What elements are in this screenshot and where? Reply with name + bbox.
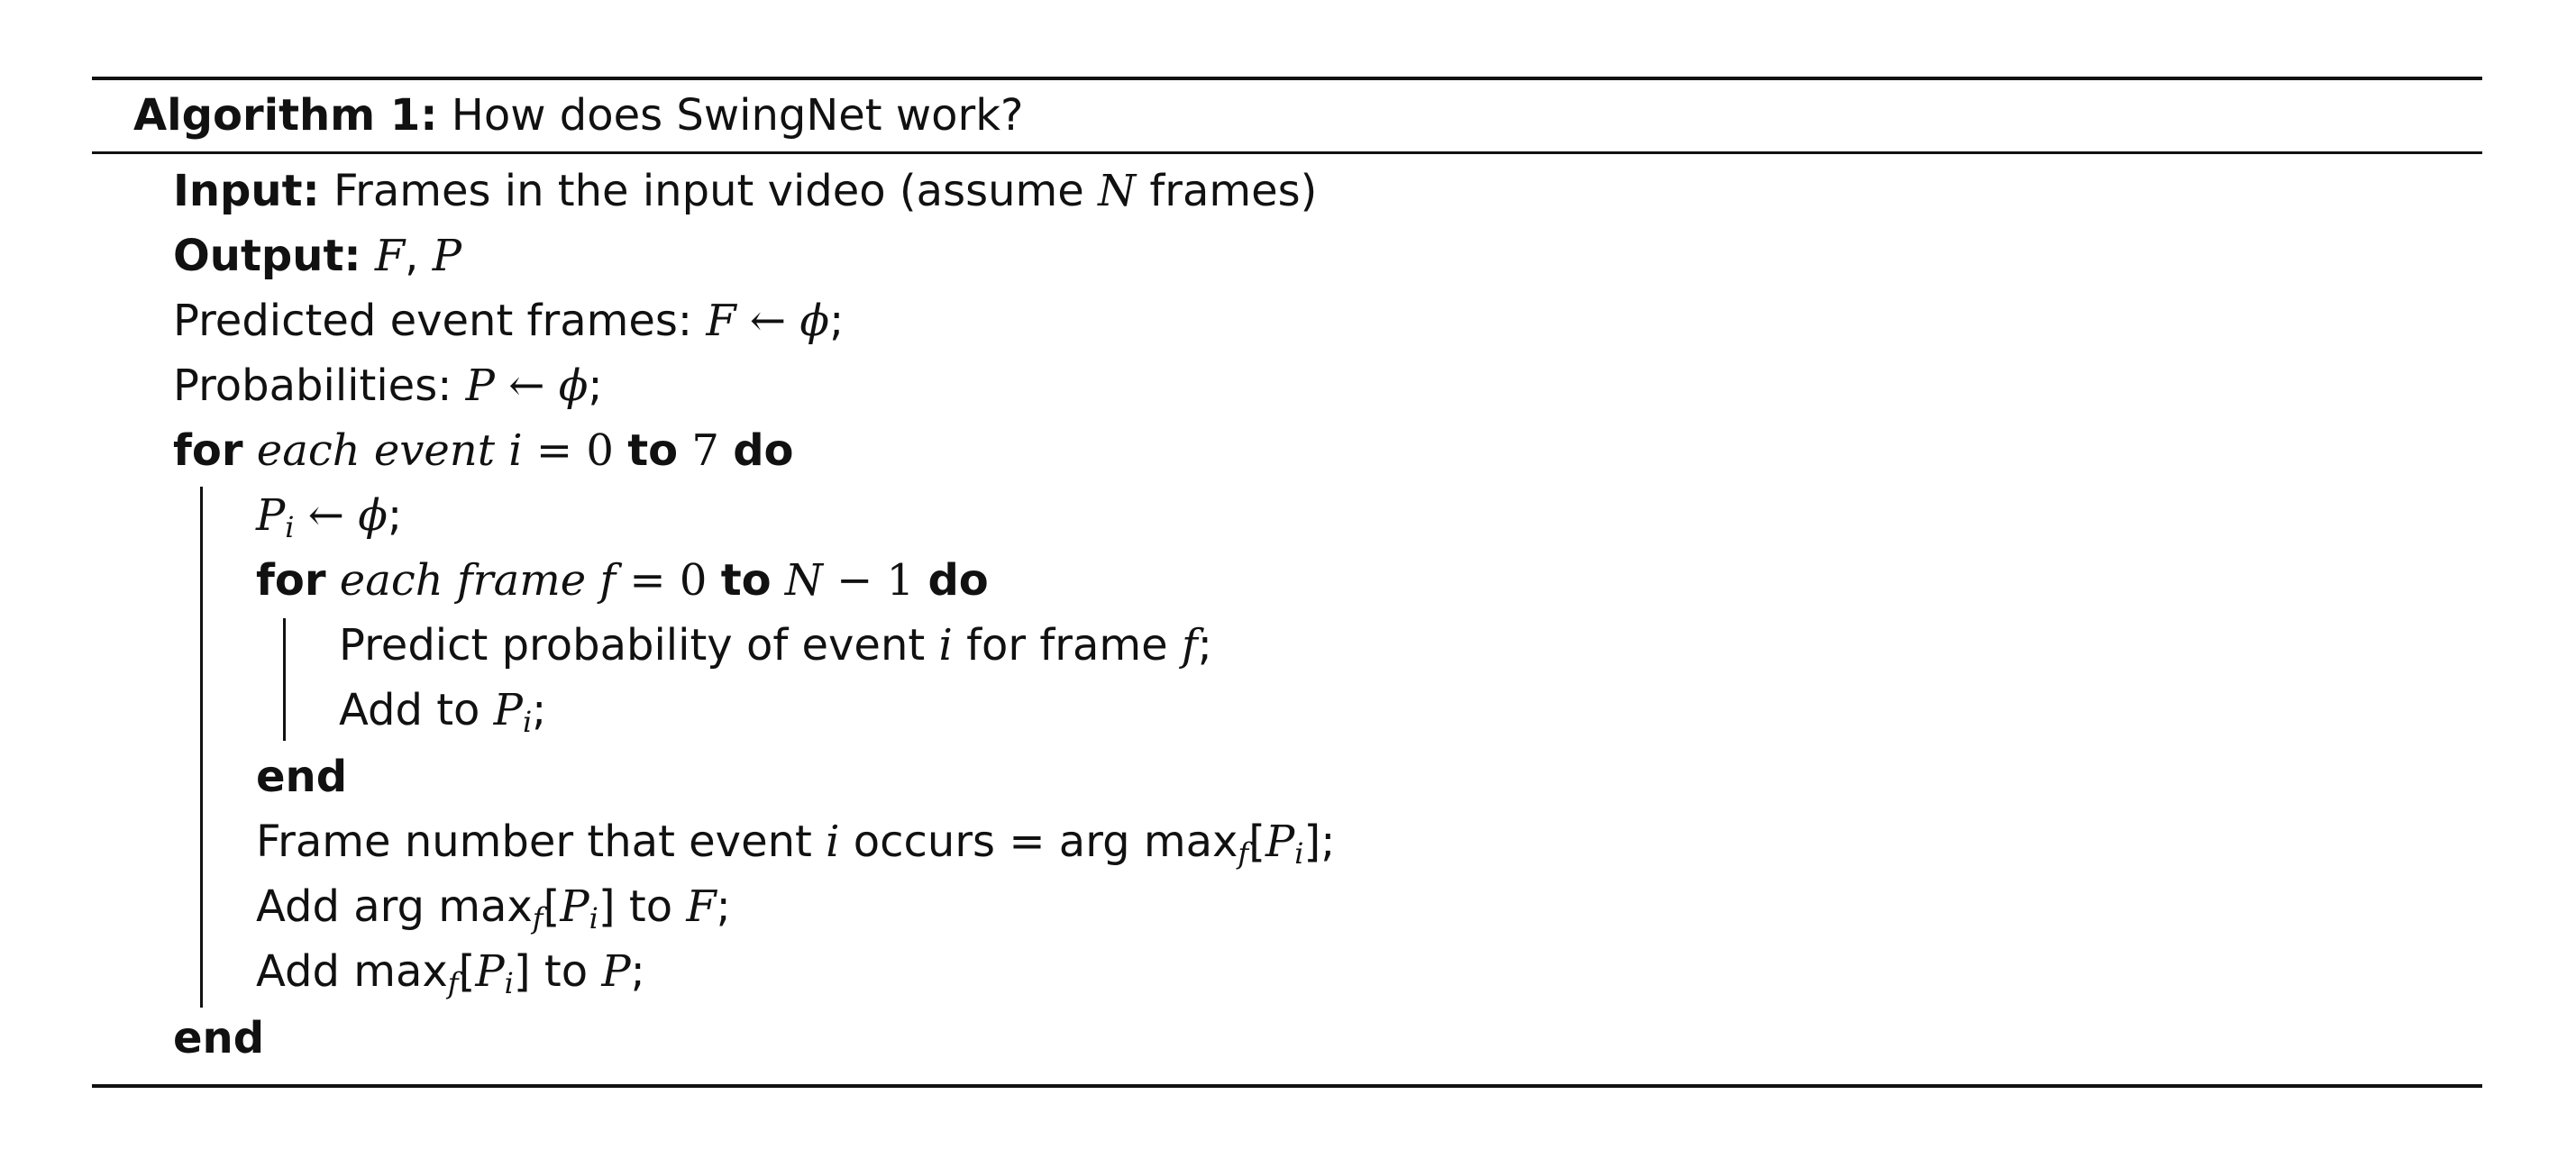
subscript-i: i <box>1294 836 1304 871</box>
var-i: i <box>938 620 953 671</box>
subscript-i: i <box>504 966 514 1000</box>
bracket-open: [ <box>543 881 561 932</box>
predicted-frames-line: Predicted event frames: F ← ϕ; <box>173 293 844 349</box>
inner-loop-bar <box>283 618 286 741</box>
input-text-a: Frames in the input video (assume <box>333 166 1084 216</box>
input-line: Input: Frames in the input video (assume… <box>173 163 1317 219</box>
caption-rule <box>92 151 2482 154</box>
output-var-F: F <box>374 231 406 281</box>
subscript-i: i <box>589 901 598 935</box>
input-keyword: Input: <box>173 166 320 216</box>
bracket-open: [ <box>458 946 476 997</box>
bracket-close: ]; <box>1303 817 1336 867</box>
bracket-close: ] <box>513 946 531 997</box>
for-keyword: for <box>173 425 243 476</box>
output-line: Output: F, P <box>173 228 461 284</box>
subscript-f: f <box>447 966 459 1000</box>
do-keyword: do <box>927 555 989 606</box>
for-condition: each event <box>256 425 496 476</box>
loop-start: = 0 <box>535 425 614 476</box>
semicolon: ; <box>630 946 645 997</box>
loop-end-value: 7 <box>691 425 719 476</box>
var-i: i <box>826 817 840 867</box>
var-P: P <box>256 490 286 541</box>
semicolon: ; <box>532 685 547 735</box>
semicolon: ; <box>829 296 845 346</box>
bracket-open: [ <box>1248 817 1265 867</box>
to-text: to <box>544 946 589 997</box>
for-frame-line: for each frame f = 0 to N − 1 do <box>256 552 989 608</box>
probabilities-line: Probabilities: P ← ϕ; <box>173 358 603 414</box>
predict-line: Predict probability of event i for frame… <box>339 617 1212 673</box>
frame-number-line: Frame number that event i occurs = arg m… <box>256 814 1335 870</box>
to-keyword: to <box>627 425 679 476</box>
frame-text-a: Frame number that event <box>256 817 812 867</box>
bottom-rule <box>92 1084 2482 1088</box>
subscript-i: i <box>285 510 295 544</box>
predicted-var-F: F <box>706 296 736 346</box>
loop-start: = 0 <box>629 555 708 606</box>
var-f: f <box>1181 620 1198 671</box>
semicolon: ; <box>588 360 603 411</box>
empty-set-symbol: ϕ <box>799 296 830 346</box>
probabilities-var-P: P <box>465 360 495 411</box>
add-argmax-line: Add arg maxf[Pi] to F; <box>256 879 731 935</box>
algorithm-title: How does SwingNet work? <box>451 90 1024 141</box>
top-rule <box>92 77 2482 80</box>
add-max-line: Add maxf[Pi] to P; <box>256 944 645 999</box>
subscript-f: f <box>1238 836 1249 871</box>
algorithm-caption: Algorithm 1: How does SwingNet work? <box>133 87 1023 143</box>
var-P: P <box>560 881 589 932</box>
assign-arrow: ← <box>307 490 345 541</box>
add-text: Add to <box>339 685 480 735</box>
for-keyword: for <box>256 555 326 606</box>
predict-text-b: for frame <box>966 620 1168 671</box>
output-var-P: P <box>432 231 461 281</box>
outer-loop-bar <box>200 487 203 1008</box>
assign-arrow: ← <box>508 360 545 411</box>
var-N: N <box>784 555 823 606</box>
assign-arrow: ← <box>749 296 787 346</box>
empty-set-symbol: ϕ <box>558 360 589 411</box>
var-P: P <box>601 946 631 997</box>
loop-var-f: f <box>599 555 617 606</box>
subscript-i: i <box>522 705 533 739</box>
semicolon: ; <box>1197 620 1212 671</box>
frame-text-b: occurs = arg max <box>853 817 1238 867</box>
output-separator: , <box>405 231 433 281</box>
bracket-close: ] <box>598 881 616 932</box>
predicted-text: Predicted event frames: <box>173 296 693 346</box>
end-keyword: end <box>256 752 348 802</box>
semicolon: ; <box>716 881 731 932</box>
empty-set-symbol: ϕ <box>358 490 388 541</box>
algorithm-label: Algorithm 1: <box>133 90 438 141</box>
probabilities-text: Probabilities: <box>173 360 452 411</box>
predict-text-a: Predict probability of event <box>339 620 926 671</box>
addF-text-a: Add arg max <box>256 881 533 932</box>
end-outer-line: end <box>173 1010 264 1066</box>
var-P: P <box>475 946 505 997</box>
input-text-b: frames) <box>1149 166 1318 216</box>
end-keyword: end <box>173 1013 265 1063</box>
semicolon: ; <box>388 490 403 541</box>
output-keyword: Output: <box>173 231 361 281</box>
pi-init-line: Pi ← ϕ; <box>256 488 402 543</box>
do-keyword: do <box>733 425 794 476</box>
to-text: to <box>628 881 673 932</box>
for-condition: each frame <box>339 555 587 606</box>
to-keyword: to <box>720 555 772 606</box>
subscript-f: f <box>532 901 544 935</box>
end-inner-line: end <box>256 749 347 805</box>
var-P: P <box>1265 817 1295 867</box>
loop-var-i: i <box>508 425 523 476</box>
for-event-line: for each event i = 0 to 7 do <box>173 423 794 479</box>
input-var-N: N <box>1098 166 1137 216</box>
add-to-pi-line: Add to Pi; <box>339 682 546 738</box>
minus-one: − 1 <box>836 555 915 606</box>
var-P: P <box>493 685 523 735</box>
var-F: F <box>686 881 717 932</box>
addP-text-a: Add max <box>256 946 448 997</box>
